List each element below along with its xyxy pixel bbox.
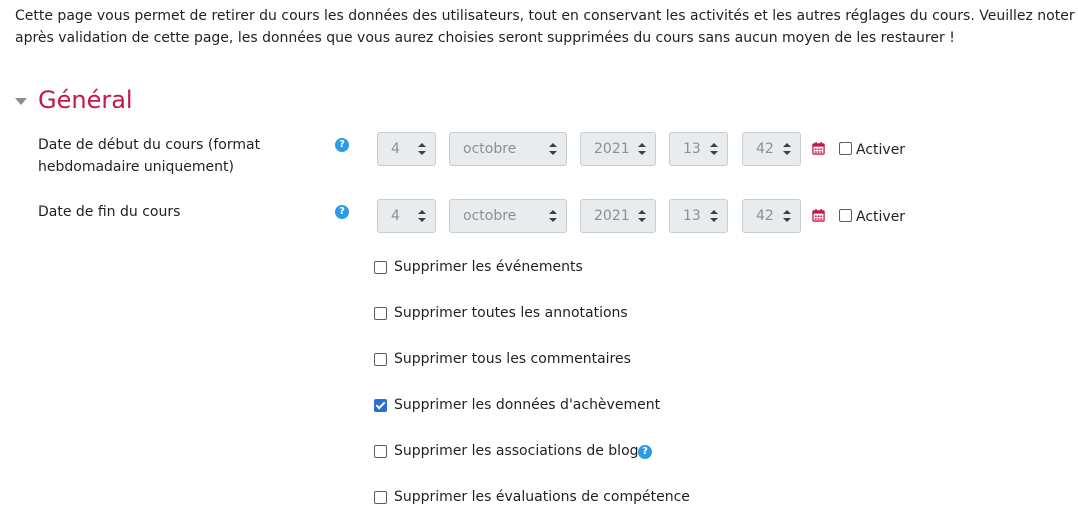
intro-line-1: Cette page vous permet de retirer du cou… <box>15 8 1078 24</box>
help-icon[interactable]: ? <box>335 138 349 152</box>
end-date-label: Date de fin du cours <box>38 204 181 220</box>
collapse-caret-icon[interactable] <box>15 97 27 105</box>
option-label: Supprimer toutes les annotations <box>394 305 628 321</box>
section-title: Général <box>38 86 133 114</box>
start-date-enable-checkbox[interactable] <box>839 142 852 155</box>
select-arrows-icon <box>638 143 646 155</box>
option-checkbox[interactable] <box>374 445 387 458</box>
end-year-select[interactable]: 2021 <box>580 199 656 233</box>
intro-line-2: après validation de cette page, les donn… <box>15 30 955 46</box>
select-arrows-icon <box>638 210 646 222</box>
option-label: Supprimer les associations de blog <box>394 443 639 459</box>
intro-text: Cette page vous permet de retirer du cou… <box>15 5 1078 49</box>
calendar-icon[interactable] <box>812 209 825 222</box>
option-label: Supprimer les événements <box>394 259 583 275</box>
help-icon[interactable]: ? <box>638 445 652 459</box>
option-checkbox[interactable] <box>374 491 387 504</box>
end-hour-select[interactable]: 13 <box>669 199 728 233</box>
end-date-enable-checkbox[interactable] <box>839 209 852 222</box>
end-date-enable-label: Activer <box>856 209 906 225</box>
start-month-select[interactable]: octobre <box>449 132 567 166</box>
start-minute-select[interactable]: 42 <box>742 132 801 166</box>
end-day-select[interactable]: 4 <box>377 199 436 233</box>
select-arrows-icon <box>418 210 426 222</box>
section-general-header[interactable]: Général <box>15 86 133 114</box>
select-arrows-icon <box>549 143 557 155</box>
end-minute-select[interactable]: 42 <box>742 199 801 233</box>
select-arrows-icon <box>710 210 718 222</box>
select-arrows-icon <box>549 210 557 222</box>
start-year-select[interactable]: 2021 <box>580 132 656 166</box>
select-arrows-icon <box>710 143 718 155</box>
select-arrows-icon <box>418 143 426 155</box>
help-icon[interactable]: ? <box>335 205 349 219</box>
option-checkbox[interactable] <box>374 307 387 320</box>
option-label: Supprimer les évaluations de compétence <box>394 489 690 505</box>
select-arrows-icon <box>783 210 791 222</box>
calendar-icon[interactable] <box>812 142 825 155</box>
end-month-select[interactable]: octobre <box>449 199 567 233</box>
select-arrows-icon <box>783 143 791 155</box>
option-label: Supprimer les données d'achèvement <box>394 397 661 413</box>
start-date-enable-label: Activer <box>856 142 906 158</box>
option-checkbox[interactable] <box>374 353 387 366</box>
start-day-select[interactable]: 4 <box>377 132 436 166</box>
option-checkbox[interactable] <box>374 399 387 412</box>
start-hour-select[interactable]: 13 <box>669 132 728 166</box>
start-date-label: Date de début du cours (format hebdomada… <box>38 137 261 175</box>
option-checkbox[interactable] <box>374 261 387 274</box>
option-label: Supprimer tous les commentaires <box>394 351 631 367</box>
